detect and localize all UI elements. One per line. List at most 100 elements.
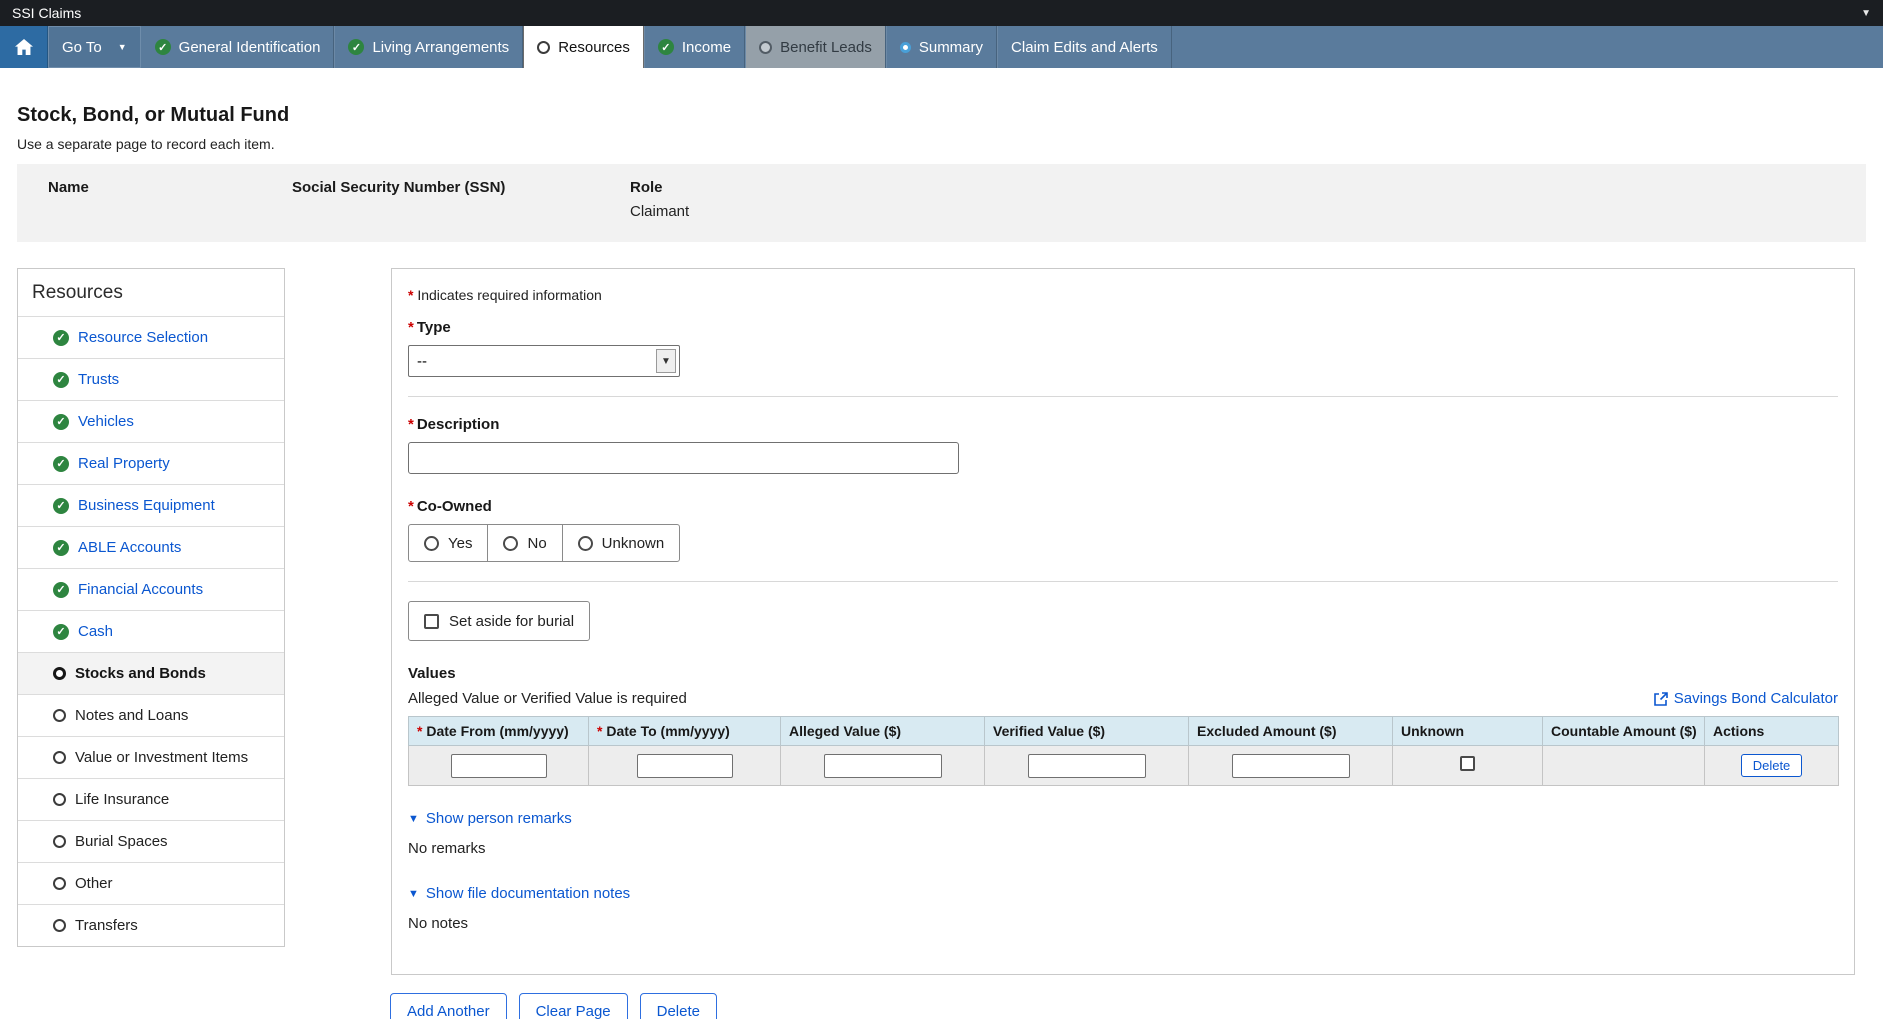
sidebar-item-notes-and-loans: Notes and Loans — [18, 694, 284, 736]
values-table-header-row: * Date From (mm/yyyy) * Date To (mm/yyyy… — [409, 717, 1839, 746]
check-circle-icon — [53, 414, 69, 430]
required-note: * Indicates required information — [408, 287, 1838, 303]
tab-benefit-leads[interactable]: Benefit Leads — [745, 26, 886, 68]
co-owned-no-option[interactable]: No — [488, 525, 562, 561]
type-select[interactable]: -- — [408, 345, 680, 377]
check-circle-icon — [53, 456, 69, 472]
add-another-button[interactable]: Add Another — [390, 993, 507, 1019]
sidebar-item-other: Other — [18, 862, 284, 904]
sidebar-item-trusts: Trusts — [18, 358, 284, 400]
unknown-checkbox[interactable] — [1460, 756, 1475, 771]
sidebar-item-life-insurance: Life Insurance — [18, 778, 284, 820]
check-circle-icon — [53, 540, 69, 556]
co-owned-unknown-option[interactable]: Unknown — [563, 525, 680, 561]
circle-icon — [53, 835, 66, 848]
chevron-down-icon: ▼ — [408, 813, 419, 825]
sidebar-title: Resources — [18, 269, 284, 316]
col-header-date-from: * Date From (mm/yyyy) — [409, 717, 589, 746]
col-header-unknown: Unknown — [1393, 717, 1543, 746]
burial-checkbox-option[interactable]: Set aside for burial — [408, 601, 590, 641]
radio-icon — [503, 536, 518, 551]
circle-icon — [53, 877, 66, 890]
circle-icon — [53, 709, 66, 722]
co-owned-yes-option[interactable]: Yes — [409, 525, 488, 561]
alleged-value-input[interactable] — [824, 754, 942, 778]
values-table-row: Delete — [409, 746, 1839, 786]
description-label: *Description — [408, 416, 1838, 433]
check-circle-icon — [53, 624, 69, 640]
checkbox-icon — [424, 614, 439, 629]
circle-icon — [53, 751, 66, 764]
chevron-down-icon: ▼ — [118, 42, 127, 52]
divider — [408, 396, 1838, 397]
tab-resources[interactable]: Resources — [523, 26, 644, 68]
nav-tabs: General Identification Living Arrangemen… — [142, 26, 1172, 68]
sidebar-item-vehicles: Vehicles — [18, 400, 284, 442]
date-from-input[interactable] — [451, 754, 547, 778]
tab-living-arrangements[interactable]: Living Arrangements — [334, 26, 523, 68]
col-header-alleged-value: Alleged Value ($) — [781, 717, 985, 746]
delete-row-button[interactable]: Delete — [1741, 754, 1803, 777]
person-ssn-column: Social Security Number (SSN) — [292, 179, 630, 220]
radio-circle-icon — [537, 41, 550, 54]
page-subtitle: Use a separate page to record each item. — [17, 136, 1866, 152]
circle-icon — [53, 919, 66, 932]
savings-bond-calculator-link[interactable]: Savings Bond Calculator — [1654, 690, 1838, 707]
person-remarks-toggle[interactable]: ▼ Show person remarks — [408, 810, 572, 827]
home-button[interactable] — [0, 26, 48, 68]
values-heading: Values — [408, 665, 1838, 682]
sidebar-item-cash: Cash — [18, 610, 284, 652]
sidebar-item-burial-spaces: Burial Spaces — [18, 820, 284, 862]
home-icon — [15, 39, 33, 55]
divider — [408, 581, 1838, 582]
co-owned-label: *Co-Owned — [408, 498, 1838, 515]
resources-sidebar: Resources Resource Selection Trusts Vehi… — [17, 268, 285, 947]
type-label: *Type — [408, 319, 1838, 336]
tab-summary[interactable]: Summary — [886, 26, 997, 68]
chevron-down-icon[interactable]: ▼ — [1861, 8, 1871, 19]
page-title: Stock, Bond, or Mutual Fund — [17, 104, 1866, 127]
goto-dropdown[interactable]: Go To ▼ — [48, 26, 141, 68]
check-circle-icon — [53, 372, 69, 388]
col-header-countable-amount: Countable Amount ($) — [1543, 717, 1705, 746]
excluded-amount-input[interactable] — [1232, 754, 1350, 778]
col-header-verified-value: Verified Value ($) — [985, 717, 1189, 746]
person-role-value: Claimant — [630, 203, 689, 220]
col-header-actions: Actions — [1705, 717, 1839, 746]
sidebar-item-resource-selection: Resource Selection — [18, 316, 284, 358]
check-circle-icon — [53, 582, 69, 598]
sidebar-item-able-accounts: ABLE Accounts — [18, 526, 284, 568]
col-header-date-to: * Date To (mm/yyyy) — [589, 717, 781, 746]
notes-empty-text: No notes — [408, 915, 1838, 932]
circle-icon — [53, 793, 66, 806]
check-circle-icon — [53, 330, 69, 346]
delete-button[interactable]: Delete — [640, 993, 717, 1019]
external-link-icon — [1654, 692, 1668, 706]
stock-bond-form: * Indicates required information *Type -… — [391, 268, 1855, 975]
goto-label: Go To — [62, 39, 102, 56]
tab-label: Benefit Leads — [780, 39, 872, 56]
sidebar-item-financial-accounts: Financial Accounts — [18, 568, 284, 610]
file-documentation-notes-toggle[interactable]: ▼ Show file documentation notes — [408, 885, 630, 902]
sidebar-item-stocks-and-bonds: Stocks and Bonds — [18, 652, 284, 694]
person-name-label: Name — [48, 179, 292, 196]
date-to-input[interactable] — [637, 754, 733, 778]
verified-value-input[interactable] — [1028, 754, 1146, 778]
form-action-row: Add Another Clear Page Delete — [390, 993, 1866, 1019]
tab-income[interactable]: Income — [644, 26, 745, 68]
app-titlebar: SSI Claims ▼ — [0, 0, 1883, 26]
tab-label: Living Arrangements — [372, 39, 509, 56]
tab-label: Claim Edits and Alerts — [1011, 39, 1158, 56]
tab-general-identification[interactable]: General Identification — [142, 26, 335, 68]
col-header-excluded-amount: Excluded Amount ($) — [1189, 717, 1393, 746]
circle-icon — [53, 667, 66, 680]
tab-claim-edits-and-alerts[interactable]: Claim Edits and Alerts — [997, 26, 1172, 68]
radio-icon — [578, 536, 593, 551]
person-ssn-label: Social Security Number (SSN) — [292, 179, 630, 196]
description-input[interactable] — [408, 442, 959, 474]
sidebar-list: Resource Selection Trusts Vehicles Real … — [18, 316, 284, 946]
person-role-column: Role Claimant — [630, 179, 689, 220]
clear-page-button[interactable]: Clear Page — [519, 993, 628, 1019]
tab-label: Income — [682, 39, 731, 56]
main-nav: Go To ▼ General Identification Living Ar… — [0, 26, 1883, 68]
